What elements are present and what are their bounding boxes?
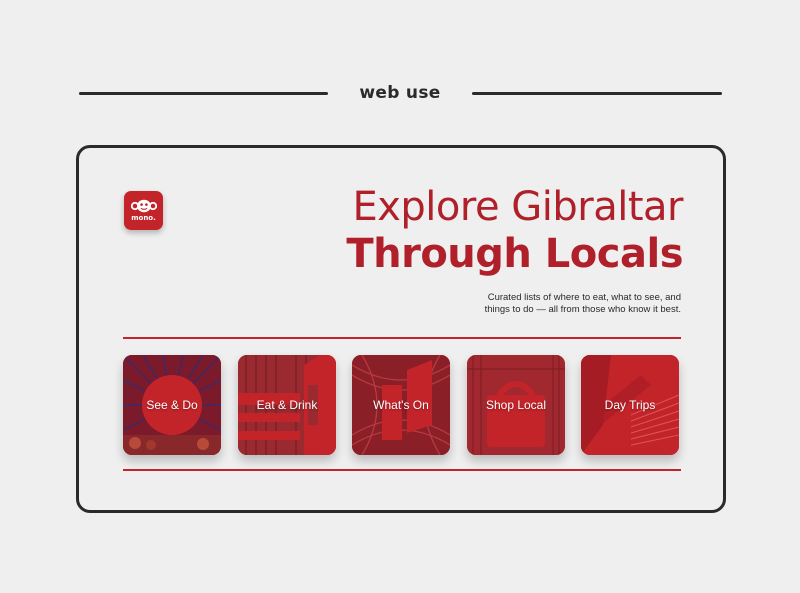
category-tile-see-do[interactable]: See & Do <box>123 355 221 455</box>
brand-logo[interactable]: mono. <box>124 191 163 230</box>
category-tile-day-trips[interactable]: Day Trips <box>581 355 679 455</box>
category-tile-whats-on[interactable]: What's On <box>352 355 450 455</box>
hero-title: Explore Gibraltar Through Locals <box>346 184 683 278</box>
category-label: Eat & Drink <box>256 398 318 412</box>
hero-title-line2: Through Locals <box>346 231 683 277</box>
browser-frame: mono. Explore Gibraltar Through Locals C… <box>76 145 726 513</box>
category-label: Day Trips <box>604 398 656 412</box>
hero-subtitle: Curated lists of where to eat, what to s… <box>431 292 681 316</box>
category-tiles: See & Do Eat & Drink What's On Shop Loca… <box>123 355 683 457</box>
category-tile-shop-local[interactable]: Shop Local <box>467 355 565 455</box>
hero-subtitle-line1: Curated lists of where to eat, what to s… <box>487 292 681 303</box>
header-rule-right <box>472 92 722 95</box>
brand-name: mono. <box>131 214 156 222</box>
hero-subtitle-line2: things to do — all from those who know i… <box>484 304 681 315</box>
category-label: What's On <box>373 398 429 412</box>
section-title: web use <box>359 83 441 103</box>
monkey-face-icon <box>130 199 157 213</box>
divider-bottom <box>123 469 681 471</box>
category-label: Shop Local <box>485 398 547 412</box>
divider-top <box>123 337 681 339</box>
header-rule-left <box>79 92 328 95</box>
hero-title-line1: Explore Gibraltar <box>352 184 683 230</box>
category-tile-eat-drink[interactable]: Eat & Drink <box>238 355 336 455</box>
category-label: See & Do <box>146 398 198 412</box>
